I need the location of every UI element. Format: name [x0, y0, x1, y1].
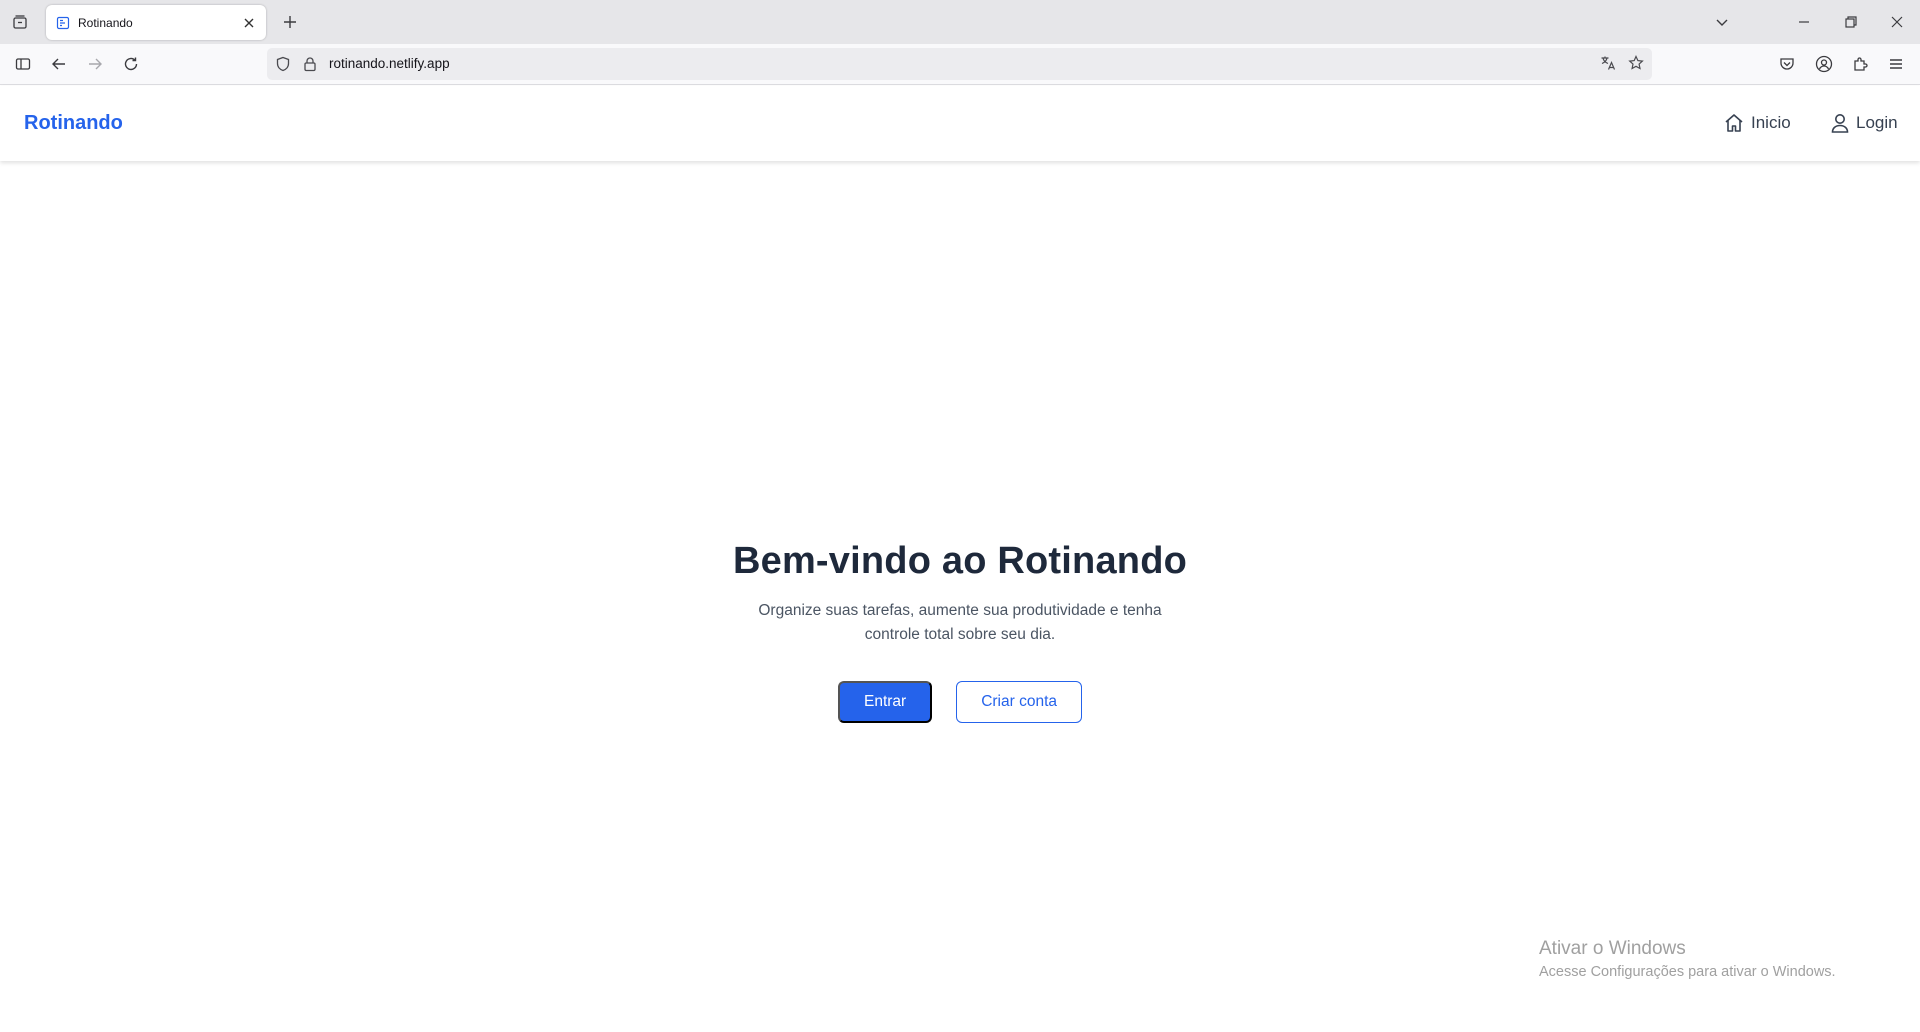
watermark-title: Ativar o Windows	[1539, 938, 1686, 959]
page-icon	[56, 16, 70, 30]
restore-icon[interactable]	[1835, 6, 1867, 38]
watermark-subtitle: Acesse Configurações para ativar o Windo…	[1539, 964, 1836, 980]
nav-link-inicio[interactable]: Inicio	[1723, 110, 1791, 136]
login-button[interactable]: Entrar	[837, 681, 933, 723]
reload-icon[interactable]	[116, 49, 146, 79]
puzzle-icon[interactable]	[1845, 49, 1875, 79]
hero-actions: Entrar Criar conta	[0, 681, 1920, 723]
nav-label-inicio: Inicio	[1751, 113, 1791, 132]
hero-subtitle: Organize suas tarefas, aumente sua produ…	[758, 602, 1162, 643]
shield-icon[interactable]	[273, 54, 293, 74]
tab-list-icon[interactable]	[4, 6, 36, 38]
url-bar[interactable]: rotinando.netlify.app	[267, 48, 1652, 80]
user-icon	[1830, 112, 1850, 134]
star-icon[interactable]	[1626, 53, 1646, 73]
page-title: Bem-vindo ao Rotinando	[732, 540, 1188, 582]
chevron-down-icon[interactable]	[1706, 6, 1738, 38]
nav-link-login[interactable]: Login	[1830, 110, 1898, 136]
close-icon[interactable]	[1881, 6, 1913, 38]
lock-icon[interactable]	[300, 54, 320, 74]
brand-logo-link[interactable]: Rotinando	[24, 112, 123, 135]
sidebar-icon[interactable]	[8, 49, 38, 79]
windows-activation-watermark: Ativar o Windows Acesse Configurações pa…	[1539, 938, 1836, 980]
tab-title: Rotinando	[78, 15, 133, 30]
hamburger-icon[interactable]	[1881, 49, 1911, 79]
hero-section: Bem-vindo ao Rotinando Organize suas tar…	[0, 540, 1920, 723]
url-text[interactable]: rotinando.netlify.app	[329, 56, 450, 71]
arrow-left-icon[interactable]	[44, 49, 74, 79]
browser-tab[interactable]: Rotinando	[46, 5, 266, 40]
close-tab-icon[interactable]	[240, 14, 258, 32]
browser-toolbar: rotinando.netlify.app	[0, 44, 1920, 85]
minimize-icon[interactable]	[1788, 6, 1820, 38]
nav-label-login: Login	[1856, 113, 1898, 132]
arrow-right-icon[interactable]	[80, 49, 110, 79]
create-account-button[interactable]: Criar conta	[956, 681, 1083, 723]
pocket-icon[interactable]	[1772, 49, 1802, 79]
account-icon[interactable]	[1809, 49, 1839, 79]
translate-icon[interactable]	[1598, 53, 1618, 73]
plus-icon[interactable]	[274, 6, 306, 38]
home-icon	[1723, 112, 1745, 134]
browser-tab-bar: Rotinando	[0, 0, 1920, 44]
site-header: Rotinando Inicio Login	[0, 86, 1920, 161]
